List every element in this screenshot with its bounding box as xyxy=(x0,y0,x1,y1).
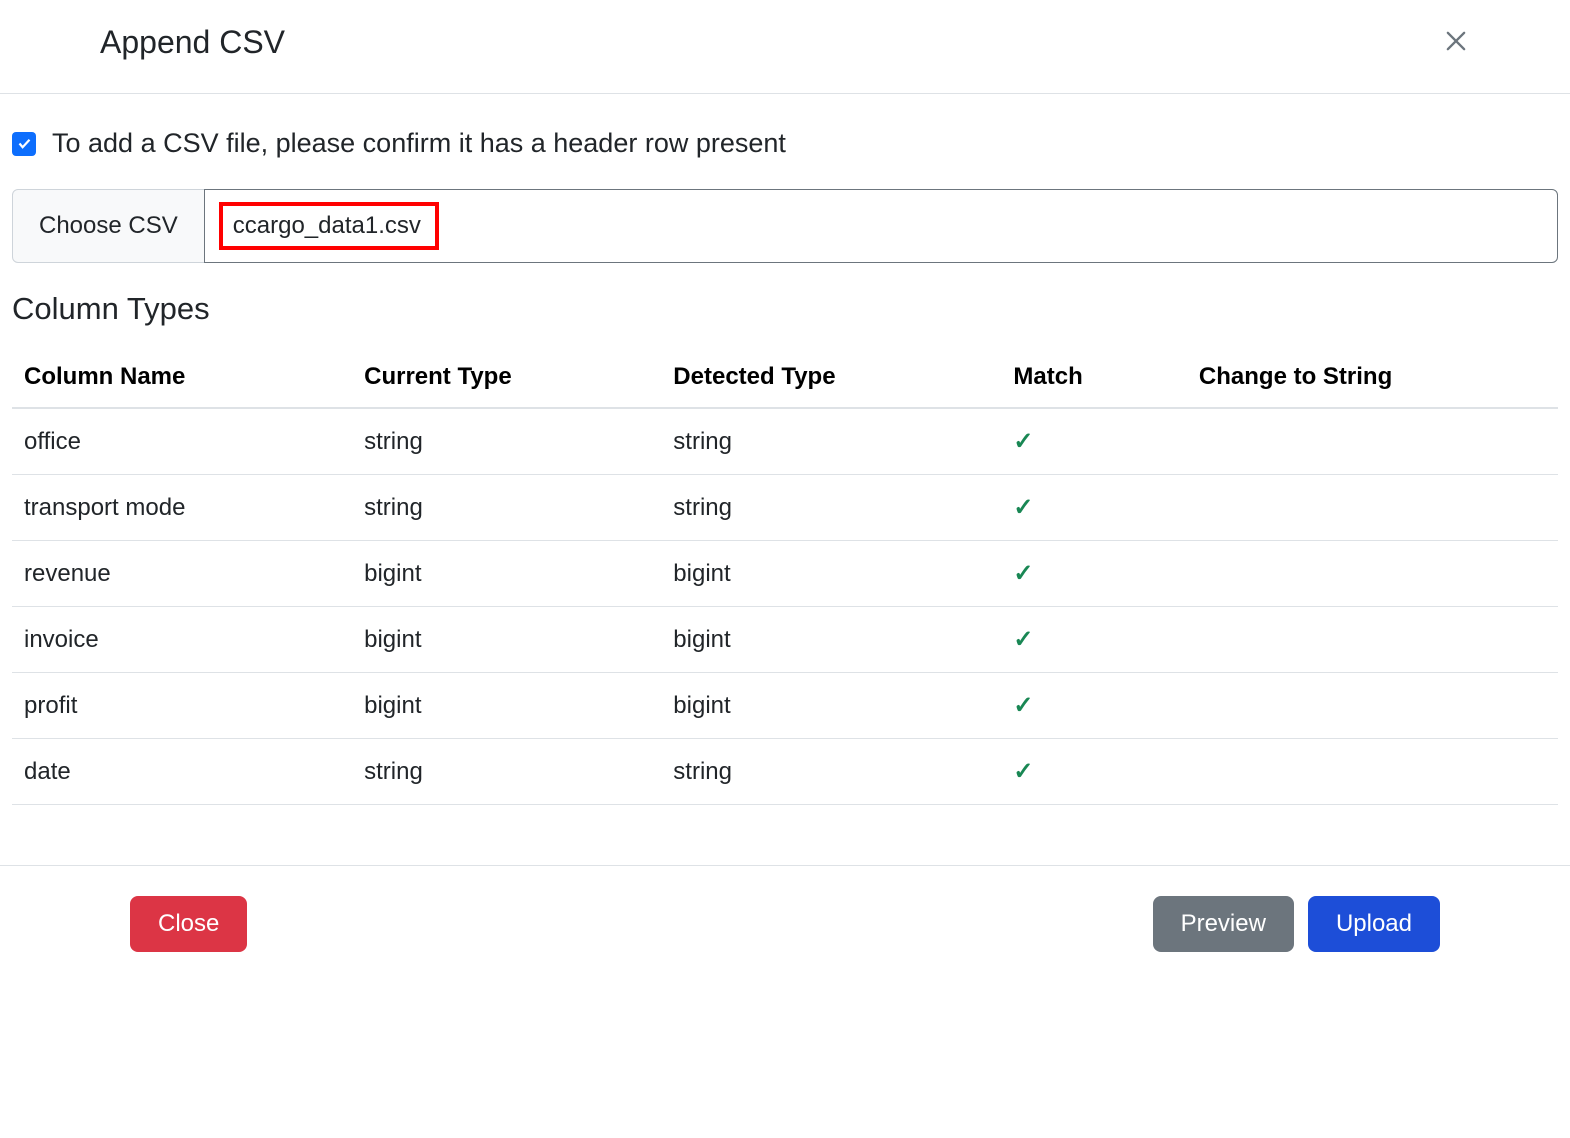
cell-detected-type: bigint xyxy=(661,673,1001,739)
table-row: officestringstring✓ xyxy=(12,408,1558,475)
cell-detected-type: string xyxy=(661,408,1001,475)
table-row: invoicebigintbigint✓ xyxy=(12,607,1558,673)
cell-change-to-string xyxy=(1187,541,1558,607)
close-icon[interactable] xyxy=(1442,25,1470,61)
cell-change-to-string xyxy=(1187,475,1558,541)
modal-footer: Close Preview Upload xyxy=(0,865,1570,982)
table-row: profitbigintbigint✓ xyxy=(12,673,1558,739)
upload-button[interactable]: Upload xyxy=(1308,896,1440,952)
cell-current-type: bigint xyxy=(352,541,661,607)
cell-current-type: string xyxy=(352,475,661,541)
modal-header: Append CSV xyxy=(0,0,1570,94)
footer-right-group: Preview Upload xyxy=(1153,896,1440,952)
table-header-row: Column Name Current Type Detected Type M… xyxy=(12,347,1558,408)
check-icon: ✓ xyxy=(1001,739,1187,805)
table-row: revenuebigintbigint✓ xyxy=(12,541,1558,607)
column-types-heading: Column Types xyxy=(12,291,1558,327)
header-match: Match xyxy=(1001,347,1187,408)
cell-column-name: office xyxy=(12,408,352,475)
cell-detected-type: bigint xyxy=(661,541,1001,607)
cell-column-name: date xyxy=(12,739,352,805)
check-icon: ✓ xyxy=(1001,607,1187,673)
confirm-row: To add a CSV file, please confirm it has… xyxy=(12,114,1558,189)
check-icon: ✓ xyxy=(1001,673,1187,739)
filename-highlight: ccargo_data1.csv xyxy=(219,202,439,250)
modal-body: To add a CSV file, please confirm it has… xyxy=(0,94,1570,835)
header-detected-type: Detected Type xyxy=(661,347,1001,408)
header-change-string: Change to String xyxy=(1187,347,1558,408)
header-current-type: Current Type xyxy=(352,347,661,408)
check-icon: ✓ xyxy=(1001,408,1187,475)
cell-change-to-string xyxy=(1187,408,1558,475)
check-icon: ✓ xyxy=(1001,475,1187,541)
cell-change-to-string xyxy=(1187,673,1558,739)
confirm-checkbox[interactable] xyxy=(12,132,36,156)
header-column-name: Column Name xyxy=(12,347,352,408)
cell-change-to-string xyxy=(1187,739,1558,805)
cell-current-type: string xyxy=(352,739,661,805)
choose-csv-button[interactable]: Choose CSV xyxy=(12,189,205,263)
cell-current-type: string xyxy=(352,408,661,475)
cell-detected-type: bigint xyxy=(661,607,1001,673)
cell-detected-type: string xyxy=(661,475,1001,541)
check-icon: ✓ xyxy=(1001,541,1187,607)
cell-detected-type: string xyxy=(661,739,1001,805)
cell-column-name: revenue xyxy=(12,541,352,607)
cell-change-to-string xyxy=(1187,607,1558,673)
filename-text: ccargo_data1.csv xyxy=(233,212,421,239)
column-types-table: Column Name Current Type Detected Type M… xyxy=(12,347,1558,805)
file-chooser-row: Choose CSV ccargo_data1.csv xyxy=(12,189,1558,263)
cell-column-name: profit xyxy=(12,673,352,739)
confirm-text: To add a CSV file, please confirm it has… xyxy=(52,128,786,159)
cell-current-type: bigint xyxy=(352,607,661,673)
file-display[interactable]: ccargo_data1.csv xyxy=(204,189,1558,263)
modal-title: Append CSV xyxy=(100,24,285,61)
table-row: datestringstring✓ xyxy=(12,739,1558,805)
preview-button[interactable]: Preview xyxy=(1153,896,1294,952)
cell-current-type: bigint xyxy=(352,673,661,739)
cell-column-name: transport mode xyxy=(12,475,352,541)
close-button[interactable]: Close xyxy=(130,896,247,952)
table-row: transport modestringstring✓ xyxy=(12,475,1558,541)
cell-column-name: invoice xyxy=(12,607,352,673)
